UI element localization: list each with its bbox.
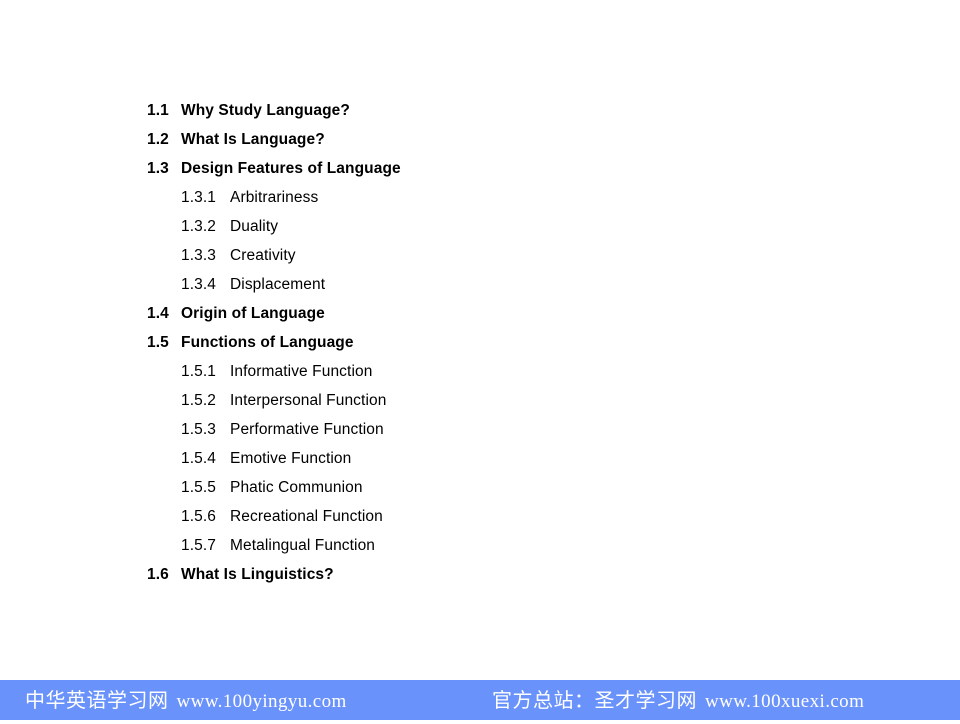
- toc-entry-number: 1.1: [147, 102, 169, 119]
- footer-left-site-name: 中华英语学习网: [25, 690, 169, 712]
- toc-entry-number: 1.5.3: [181, 421, 216, 438]
- toc-entry-label: Arbitrariness: [230, 189, 319, 206]
- toc-entry[interactable]: 1.5.2 Interpersonal Function: [0, 386, 960, 415]
- toc-entry[interactable]: 1.5.1 Informative Function: [0, 357, 960, 386]
- toc-entry-label: Metalingual Function: [230, 537, 376, 554]
- toc-entry[interactable]: 1.3.2 Duality: [0, 212, 960, 241]
- table-of-contents: 1.1 Why Study Language? 1.2 What Is Languag…: [0, 96, 960, 589]
- toc-entry[interactable]: 1.1 Why Study Language?: [0, 96, 960, 125]
- toc-entry-label: Design Features of Language: [181, 160, 401, 177]
- toc-entry-label: Functions of Language: [181, 334, 354, 351]
- toc-entry-label: Emotive Function: [230, 450, 352, 467]
- footer-right-site-name: 官方总站：圣才学习网: [492, 690, 697, 712]
- toc-entry-number: 1.6: [147, 566, 169, 583]
- toc-entry[interactable]: 1.5.5 Phatic Communion: [0, 473, 960, 502]
- footer-left-url: www.100yingyu.com: [176, 691, 347, 712]
- footer-right-url: www.100xuexi.com: [705, 691, 865, 712]
- toc-entry-number: 1.5.6: [181, 508, 216, 525]
- toc-entry-label: Phatic Communion: [230, 479, 363, 496]
- toc-entry[interactable]: 1.6 What Is Linguistics?: [0, 560, 960, 589]
- toc-entry[interactable]: 1.3.3 Creativity: [0, 241, 960, 270]
- toc-entry-number: 1.2: [147, 131, 169, 148]
- toc-entry[interactable]: 1.5.6 Recreational Function: [0, 502, 960, 531]
- toc-entry[interactable]: 1.3.1 Arbitrariness: [0, 183, 960, 212]
- toc-entry-label: What Is Linguistics?: [181, 566, 334, 583]
- toc-entry[interactable]: 1.5.7 Metalingual Function: [0, 531, 960, 560]
- toc-entry-label: Informative Function: [230, 363, 373, 380]
- toc-entry-label: Origin of Language: [181, 305, 325, 322]
- toc-entry[interactable]: 1.5.3 Performative Function: [0, 415, 960, 444]
- toc-entry-number: 1.3.1: [181, 189, 216, 206]
- toc-entry[interactable]: 1.3 Design Features of Language: [0, 154, 960, 183]
- toc-entry[interactable]: 1.5 Functions of Language: [0, 328, 960, 357]
- toc-entry-number: 1.5: [147, 334, 169, 351]
- toc-entry-number: 1.5.7: [181, 537, 216, 554]
- toc-entry-number: 1.3.3: [181, 247, 216, 264]
- toc-entry-label: What Is Language?: [181, 131, 325, 148]
- toc-entry[interactable]: 1.4 Origin of Language: [0, 299, 960, 328]
- toc-entry-number: 1.4: [147, 305, 169, 322]
- toc-entry-label: Why Study Language?: [181, 102, 350, 119]
- toc-entry[interactable]: 1.5.4 Emotive Function: [0, 444, 960, 473]
- toc-entry-label: Recreational Function: [230, 508, 383, 525]
- toc-entry-label: Creativity: [230, 247, 296, 264]
- toc-entry-number: 1.5.1: [181, 363, 216, 380]
- toc-entry-number: 1.3: [147, 160, 169, 177]
- toc-entry[interactable]: 1.2 What Is Language?: [0, 125, 960, 154]
- toc-entry-number: 1.3.2: [181, 218, 216, 235]
- toc-entry-label: Performative Function: [230, 421, 384, 438]
- toc-entry-number: 1.5.4: [181, 450, 216, 467]
- toc-entry-label: Interpersonal Function: [230, 392, 387, 409]
- slide-canvas: 1.1 Why Study Language? 1.2 What Is Languag…: [0, 0, 960, 720]
- footer-right-branding: 官方总站：圣才学习网 www.100xuexi.com: [492, 680, 864, 720]
- toc-entry-number: 1.5.5: [181, 479, 216, 496]
- toc-entry-label: Displacement: [230, 276, 326, 293]
- footer-banner: 中华英语学习网 www.100yingyu.com 官方总站：圣才学习网 www.1…: [0, 680, 960, 720]
- footer-left-branding: 中华英语学习网 www.100yingyu.com: [25, 680, 347, 720]
- toc-entry-number: 1.3.4: [181, 276, 216, 293]
- toc-entry[interactable]: 1.3.4 Displacement: [0, 270, 960, 299]
- toc-entry-number: 1.5.2: [181, 392, 216, 409]
- toc-entry-label: Duality: [230, 218, 279, 235]
